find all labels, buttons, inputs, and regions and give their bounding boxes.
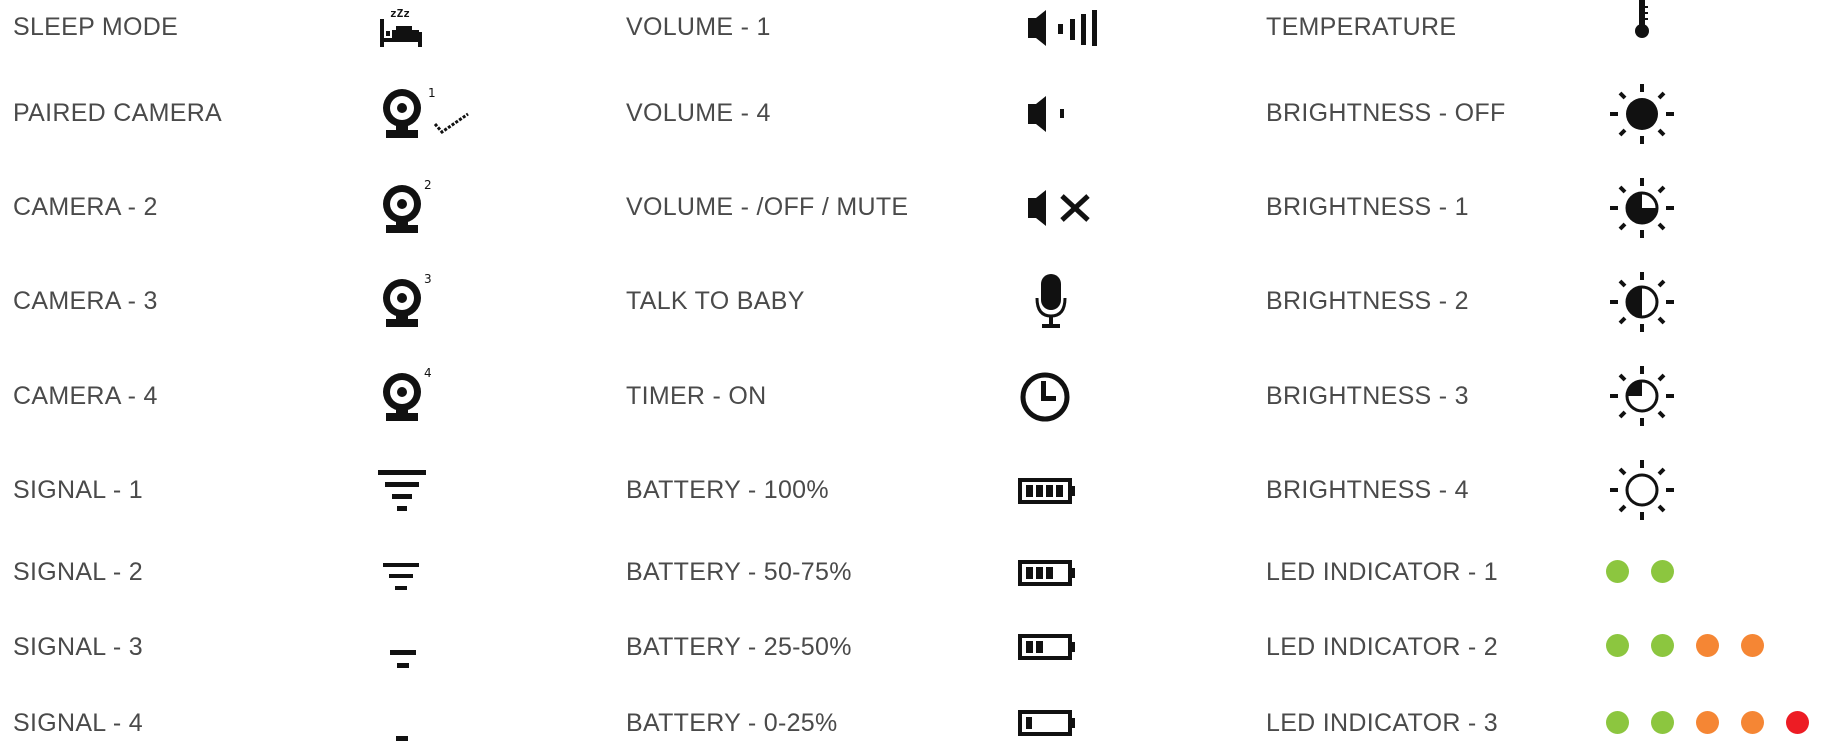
led-orange-dot: [1741, 711, 1764, 734]
label-signal-3: SIGNAL - 3: [13, 633, 143, 661]
label-volume-1: VOLUME - 1: [626, 13, 771, 41]
label-volume-4: VOLUME - 4: [626, 99, 771, 127]
label-brightness-4: BRIGHTNESS - 4: [1266, 476, 1469, 504]
brightness-off-icon: [1610, 84, 1674, 144]
label-signal-1: SIGNAL - 1: [13, 476, 143, 504]
led-indicator-1-icon: [1606, 560, 1706, 584]
timer-icon: [1020, 372, 1070, 422]
paired-camera-icon: 1: [383, 86, 469, 138]
label-temperature: TEMPERATURE: [1266, 13, 1457, 41]
sleep-zzz: zZz: [390, 7, 410, 20]
label-volume-mute: VOLUME - /OFF / MUTE: [626, 193, 909, 221]
led-orange-dot: [1696, 634, 1719, 657]
led-orange-dot: [1741, 634, 1764, 657]
label-camera-2: CAMERA - 2: [13, 193, 158, 221]
volume-4-icon: [1028, 96, 1064, 132]
led-red-dot: [1786, 711, 1809, 734]
label-brightness-2: BRIGHTNESS - 2: [1266, 287, 1469, 315]
led-green-dot: [1651, 711, 1674, 734]
brightness-1-icon: [1610, 178, 1674, 238]
label-battery-100: BATTERY - 100%: [626, 476, 829, 504]
led-green-dot: [1651, 560, 1674, 583]
label-battery-0-25: BATTERY - 0-25%: [626, 709, 838, 737]
label-camera-3: CAMERA - 3: [13, 287, 158, 315]
led-green-dot: [1606, 634, 1629, 657]
battery-50-75-icon: [1018, 560, 1075, 586]
volume-mute-icon: [1028, 190, 1090, 226]
camera-2-icon: 2: [383, 178, 432, 233]
label-brightness-1: BRIGHTNESS - 1: [1266, 193, 1469, 221]
microphone-icon: [1035, 274, 1067, 328]
led-green-dot: [1651, 634, 1674, 657]
label-led-indicator-1: LED INDICATOR - 1: [1266, 558, 1498, 586]
camera-3-icon: 3: [383, 272, 432, 327]
label-brightness-off: BRIGHTNESS - OFF: [1266, 99, 1506, 127]
paired-camera-number: 1: [428, 86, 436, 100]
signal-1-icon: [378, 470, 426, 511]
brightness-4-icon: [1610, 460, 1674, 520]
brightness-2-icon: [1610, 272, 1674, 332]
label-battery-25-50: BATTERY - 25-50%: [626, 633, 852, 661]
label-signal-4: SIGNAL - 4: [13, 709, 143, 737]
led-orange-dot: [1696, 711, 1719, 734]
camera-4-number: 4: [424, 366, 432, 380]
signal-2-icon: [383, 563, 419, 590]
led-green-dot: [1606, 711, 1629, 734]
thermometer-icon: [1635, 0, 1649, 38]
volume-1-icon: [1028, 10, 1097, 46]
label-led-indicator-2: LED INDICATOR - 2: [1266, 633, 1498, 661]
camera-3-number: 3: [424, 272, 432, 286]
label-talk-to-baby: TALK TO BABY: [626, 287, 805, 315]
battery-0-25-icon: [1018, 710, 1075, 736]
signal-4-icon: [396, 736, 408, 741]
label-camera-4: CAMERA - 4: [13, 382, 158, 410]
camera-2-number: 2: [424, 178, 432, 192]
label-sleep-mode: SLEEP MODE: [13, 13, 179, 41]
label-timer-on: TIMER - ON: [626, 382, 767, 410]
brightness-3-icon: [1610, 366, 1674, 426]
led-indicator-2-icon: [1606, 634, 1806, 658]
label-paired-camera: PAIRED CAMERA: [13, 99, 223, 127]
battery-25-50-icon: [1018, 634, 1075, 660]
signal-3-icon: [390, 650, 416, 668]
led-indicator-3-icon: [1606, 711, 1820, 735]
label-brightness-3: BRIGHTNESS - 3: [1266, 382, 1469, 410]
sleep-mode-icon: zZz: [380, 7, 422, 47]
label-signal-2: SIGNAL - 2: [13, 558, 143, 586]
battery-100-icon: [1018, 478, 1075, 504]
led-green-dot: [1606, 560, 1629, 583]
label-led-indicator-3: LED INDICATOR - 3: [1266, 709, 1498, 737]
camera-4-icon: 4: [383, 366, 432, 421]
label-battery-50-75: BATTERY - 50-75%: [626, 558, 852, 586]
